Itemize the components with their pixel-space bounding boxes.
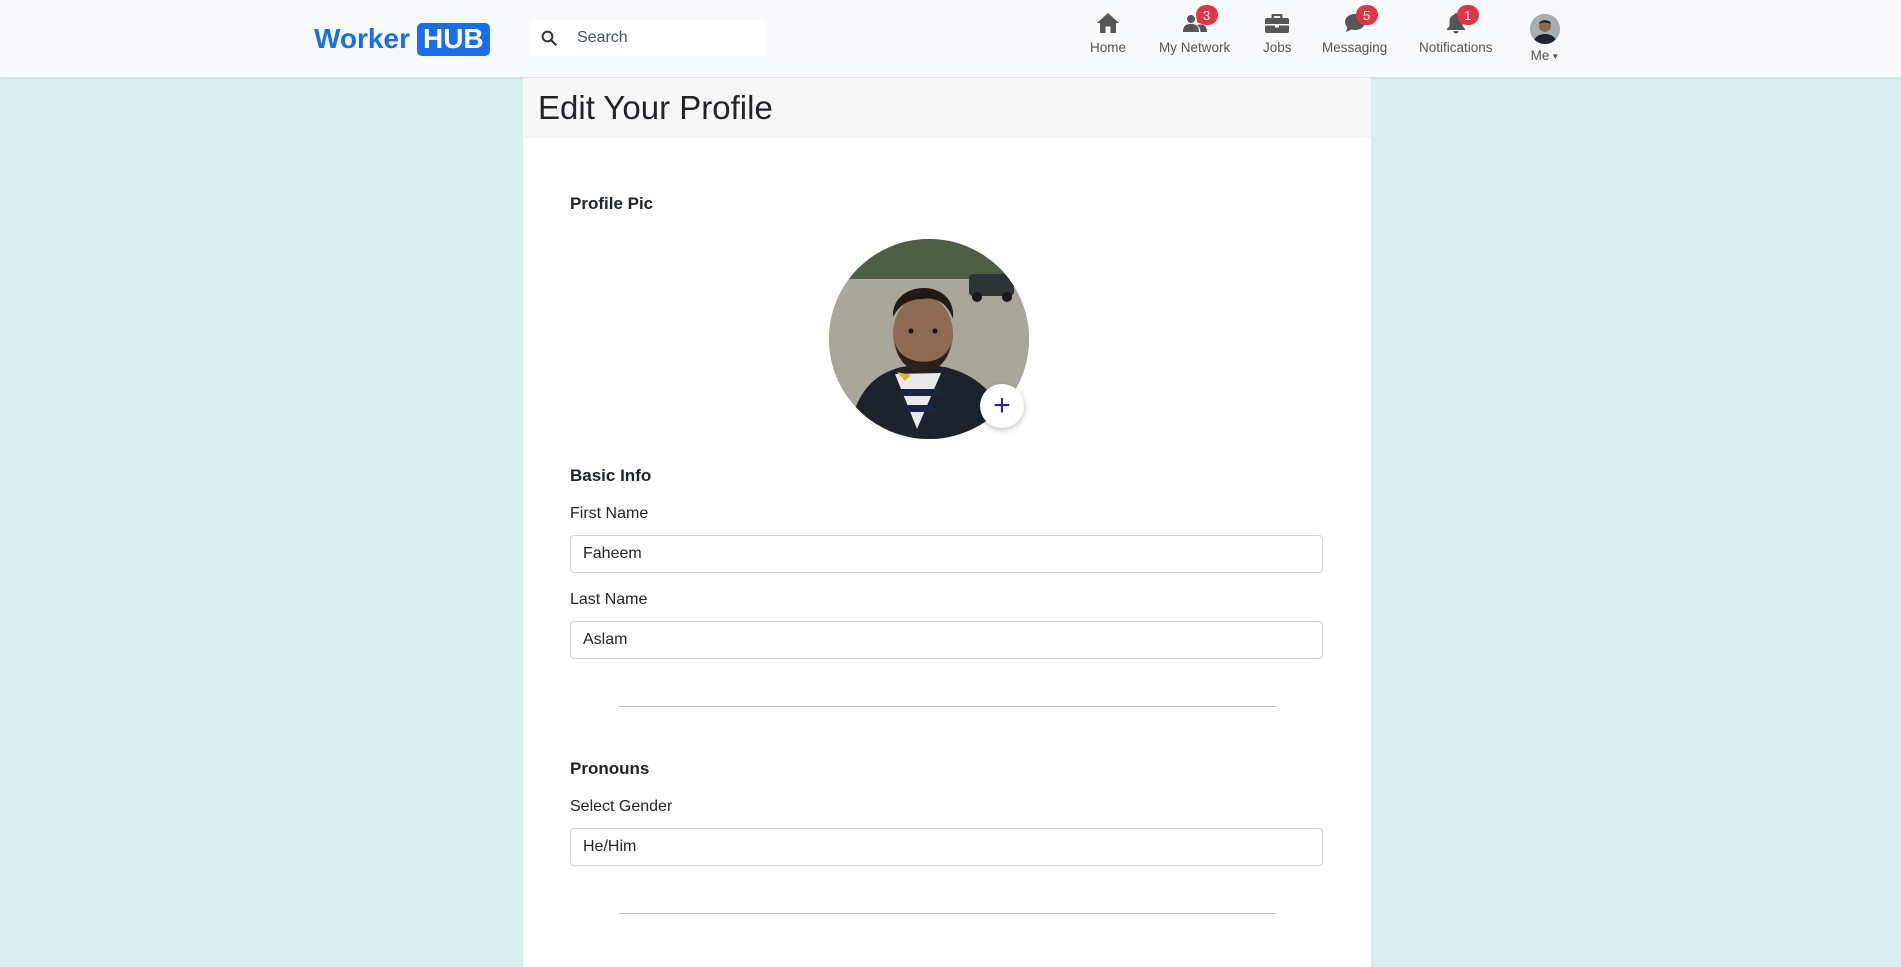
nav-me-label: Me ▼: [1530, 48, 1560, 63]
bell-icon: 1: [1443, 5, 1479, 36]
nav-my-network-label: My Network: [1159, 40, 1231, 55]
plus-icon: +: [993, 389, 1011, 422]
last-name-label: Last Name: [570, 591, 648, 608]
brand-badge: HUB: [416, 22, 490, 56]
nav-jobs[interactable]: Jobs: [1263, 12, 1292, 62]
search-input[interactable]: [577, 29, 747, 47]
brand-name: Worker: [314, 23, 410, 54]
notifications-badge: 1: [1456, 5, 1479, 25]
page-title: Edit Your Profile: [538, 89, 773, 126]
select-gender-label: Select Gender: [570, 798, 673, 815]
card-header: Edit Your Profile: [523, 78, 1371, 138]
nav-notifications[interactable]: 1 Notifications: [1419, 5, 1493, 62]
pronouns-heading: Pronouns: [570, 759, 650, 778]
chat-icon: 5: [1342, 5, 1378, 36]
search-bar[interactable]: [529, 20, 767, 56]
nav-me[interactable]: Me ▼: [1530, 14, 1560, 64]
nav-messaging[interactable]: 5 Messaging: [1322, 5, 1388, 62]
add-photo-button[interactable]: +: [980, 384, 1024, 428]
home-icon: [1095, 12, 1121, 36]
section-divider: [619, 706, 1276, 707]
nav-home[interactable]: Home: [1090, 12, 1126, 62]
section-divider: [619, 913, 1276, 914]
search-icon: [541, 30, 557, 46]
nav-messaging-label: Messaging: [1322, 40, 1388, 55]
profile-pic-heading: Profile Pic: [570, 194, 654, 213]
nav-home-label: Home: [1090, 40, 1127, 55]
brand-logo[interactable]: Worker HUB: [314, 21, 490, 57]
messaging-badge: 5: [1355, 5, 1378, 25]
last-name-field[interactable]: [570, 621, 1323, 659]
first-name-label: First Name: [570, 505, 649, 522]
nav-jobs-label: Jobs: [1263, 40, 1292, 55]
caret-down-icon: ▼: [1551, 51, 1560, 61]
nav-notifications-label: Notifications: [1419, 40, 1493, 55]
network-badge: 3: [1195, 5, 1218, 25]
edit-profile-card: Edit Your Profile Profile Pic + Basic In…: [523, 78, 1371, 967]
top-navbar: Worker HUB Home 3 My Network Jobs 5: [0, 0, 1901, 78]
gender-field[interactable]: [570, 828, 1323, 866]
basic-info-heading: Basic Info: [570, 466, 652, 485]
briefcase-icon: [1264, 12, 1290, 36]
nav-my-network[interactable]: 3 My Network: [1159, 5, 1231, 62]
avatar: [1530, 14, 1560, 44]
first-name-field[interactable]: [570, 535, 1323, 573]
people-icon: 3: [1182, 5, 1218, 36]
